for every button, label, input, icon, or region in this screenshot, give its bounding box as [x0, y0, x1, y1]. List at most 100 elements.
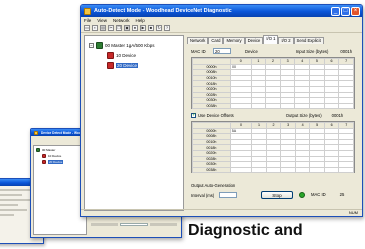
tab-device[interactable]: Device	[244, 37, 264, 44]
save-icon[interactable]: ▪	[92, 25, 98, 31]
grid-cell[interactable]	[279, 102, 296, 110]
device-icon	[42, 154, 46, 158]
tree-item-label: 10 Device	[48, 154, 62, 158]
tab-io-2[interactable]: I/O 2	[278, 37, 294, 44]
paste-icon[interactable]: ▣	[124, 25, 130, 31]
mac-id-label: MAC ID	[191, 48, 206, 54]
use-device-offsets-label: Use Device Offsets	[198, 113, 234, 118]
grid-cell[interactable]	[338, 102, 354, 110]
tree-item-device-10[interactable]: 10 Device	[107, 52, 136, 59]
menu-help[interactable]: Help	[135, 18, 144, 23]
grid-cell[interactable]	[230, 102, 252, 110]
input-data-grid[interactable]: 0 1 2 3 4 5 6 7 0000h 00 0008h 0010h 0018h 0020h 0028h…	[191, 57, 355, 110]
main-window: Auto-Detect Mode - Woodhead DeviceNet Di…	[80, 4, 363, 217]
mac-id-bottom-value: 25	[339, 192, 345, 197]
play-icon[interactable]: ▶	[140, 25, 146, 31]
tree-item-label: 10 Device	[116, 53, 137, 58]
secondary-field-row	[91, 223, 178, 227]
tree-item-label: 20 Device	[48, 160, 64, 164]
print-icon[interactable]: ▤	[100, 25, 106, 31]
device-tree: − 00 Master 1gA/500 Kbps 10 Device 20 De…	[84, 35, 184, 211]
output-auto-gen-label: Output Auto-Generation	[191, 183, 236, 188]
input-size-value: 0001h	[340, 48, 353, 54]
refresh-icon[interactable]: ↻	[156, 25, 162, 31]
grid-cell[interactable]	[250, 102, 267, 110]
device-icon	[42, 160, 46, 164]
mac-id-row: MAC ID 20 Device Input Size (bytes) 0001…	[191, 48, 352, 54]
caption-text: Diagnostic and	[188, 222, 303, 239]
menu-view[interactable]: View	[97, 18, 107, 23]
device-icon	[107, 52, 114, 59]
interval-label: Interval (ms)	[191, 192, 215, 198]
mac-id-bottom-label: MAC ID	[311, 192, 326, 197]
status-bar: NUM	[81, 209, 362, 216]
maximize-button[interactable]: □	[341, 6, 350, 16]
grid-cell[interactable]	[294, 102, 311, 110]
tab-io-1[interactable]: I/O 1	[263, 35, 279, 44]
table-row: 0038h	[191, 102, 354, 110]
minimize-button[interactable]: _	[331, 6, 340, 16]
mac-id-bottom-row: MAC ID 25	[311, 192, 344, 197]
interval-row: Interval (ms)	[191, 192, 237, 198]
use-device-offsets-row: Use Device Offsets Output Size (bytes) 0…	[191, 112, 344, 118]
tree-root[interactable]: − 00 Master 1gA/500 Kbps	[89, 42, 155, 49]
master-icon	[96, 42, 103, 49]
tab-card[interactable]: Card	[208, 37, 224, 44]
grid-cell[interactable]	[309, 102, 325, 110]
open-icon[interactable]: ▭	[84, 25, 90, 31]
use-device-offsets-checkbox[interactable]	[191, 112, 196, 118]
output-size-label: Output Size (bytes)	[285, 113, 322, 118]
grid-cell[interactable]	[280, 166, 296, 174]
main-window-titlebar: Auto-Detect Mode - Woodhead DeviceNet Di…	[81, 5, 362, 17]
tab-network[interactable]: Network	[187, 37, 209, 44]
grid-cell[interactable]	[309, 166, 325, 174]
help-icon[interactable]: ?	[164, 25, 170, 31]
status-led-icon	[299, 192, 305, 198]
menu-network[interactable]: Network	[113, 18, 130, 23]
connect-icon[interactable]: ●	[132, 25, 138, 31]
stop-icon[interactable]: ■	[148, 25, 154, 31]
interval-field[interactable]	[219, 192, 237, 198]
table-row: 0038h	[192, 166, 354, 174]
main-window-title: Auto-Detect Mode - Woodhead DeviceNet Di…	[94, 8, 232, 14]
app-icon	[84, 7, 91, 15]
mac-id-field[interactable]: 20	[213, 48, 231, 54]
grid-cell[interactable]	[251, 166, 267, 174]
detail-panel: Network Card Memory Device I/O 1 I/O 2 S…	[187, 35, 361, 213]
output-size-value: 0001h	[331, 113, 344, 118]
input-size-label: Input Size (bytes)	[295, 48, 329, 54]
grid-cell[interactable]	[294, 166, 311, 174]
copy-icon[interactable]: ❐	[116, 25, 122, 31]
tree-root[interactable]: 00 Master	[36, 148, 55, 152]
device-icon	[107, 62, 114, 69]
grid-cell[interactable]	[265, 102, 281, 110]
tree-item-device-20[interactable]: 20 Device	[107, 62, 139, 69]
cut-icon[interactable]: ✂	[108, 25, 114, 31]
grid-row-header: 0038h	[192, 166, 231, 174]
grid-cell[interactable]	[265, 166, 282, 174]
tree-item-label: 20 Device	[116, 63, 139, 68]
toolbar: ▭ ▪ ▤ ✂ ❐ ▣ ● ▶ ■ ↻ ?	[81, 24, 362, 33]
tree-item-device-10[interactable]: 10 Device	[42, 154, 61, 158]
grid-cell[interactable]	[323, 166, 340, 174]
device-label: Device	[245, 48, 258, 54]
tree-root-label: 00 Master	[42, 148, 56, 152]
close-button[interactable]: ×	[351, 6, 360, 16]
tree-item-device-20[interactable]: 20 Device	[42, 160, 64, 164]
tree-root-label: 00 Master 1gA/500 Kbps	[105, 43, 155, 48]
output-auto-gen-row: Output Auto-Generation	[191, 183, 235, 188]
menu-bar: File View Network Help	[81, 17, 362, 24]
master-icon	[36, 148, 40, 152]
collapse-icon[interactable]: −	[89, 43, 94, 48]
tab-strip: Network Card Memory Device I/O 1 I/O 2 S…	[187, 35, 361, 44]
output-data-grid[interactable]: 0 1 2 3 4 5 6 7 0000h 5A 0008h 0010h 0018h 0020h 0028h…	[191, 121, 355, 174]
stop-button[interactable]: Stop	[261, 191, 293, 199]
grid-cell[interactable]	[323, 102, 340, 110]
secondary-device-tree: 00 Master 10 Device 20 Device	[33, 145, 87, 235]
grid-cell[interactable]	[229, 166, 253, 174]
tab-send-explicit[interactable]: Send Explicit	[293, 37, 324, 44]
menu-file[interactable]: File	[84, 18, 91, 23]
app-icon	[34, 130, 38, 135]
grid-cell[interactable]	[338, 166, 354, 174]
tab-memory[interactable]: Memory	[223, 37, 245, 44]
